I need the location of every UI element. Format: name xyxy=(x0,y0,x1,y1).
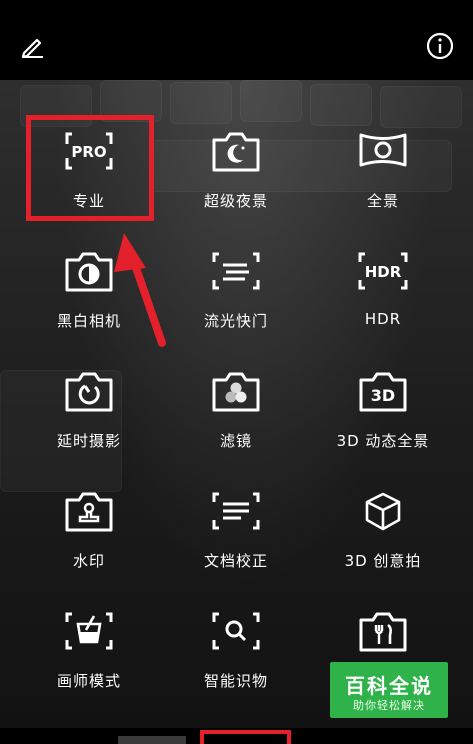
stamp-icon xyxy=(65,492,113,532)
mode-document[interactable]: 文档校正 xyxy=(161,440,311,570)
3d-icon: 3D xyxy=(359,372,407,412)
watermark-badge: 百科全说 助你轻松解决 xyxy=(330,662,448,718)
mode-panorama[interactable]: 全景 xyxy=(308,80,458,210)
food-icon xyxy=(359,612,407,652)
light-trail-icon xyxy=(212,252,260,290)
mode-watermark[interactable]: 水印 xyxy=(14,440,164,570)
mode-tab[interactable] xyxy=(118,736,186,744)
mode-light-painting[interactable]: 流光快门 xyxy=(161,200,311,330)
annotation-arrow xyxy=(114,233,166,347)
mode-hdr[interactable]: HDR HDR xyxy=(308,200,458,328)
mode-3d-panorama[interactable]: 3D 3D 动态全景 xyxy=(308,320,458,450)
mode-3d-creative[interactable]: 3D 创意拍 xyxy=(308,440,458,570)
watermark-title: 百科全说 xyxy=(345,674,433,698)
paint-icon xyxy=(65,612,113,650)
filter-icon xyxy=(212,372,260,412)
timelapse-icon xyxy=(65,372,113,412)
panorama-icon xyxy=(359,133,407,167)
highlight-box xyxy=(26,115,154,221)
mode-artist[interactable]: 画师模式 xyxy=(14,560,164,690)
info-icon[interactable] xyxy=(424,30,456,62)
mode-filter[interactable]: 滤镜 xyxy=(161,320,311,450)
mode-smart-recognize[interactable]: 智能识物 xyxy=(161,560,311,690)
pencil-icon[interactable] xyxy=(17,30,49,62)
bw-camera-icon xyxy=(65,252,113,292)
top-bar xyxy=(0,0,473,80)
hdr-icon: HDR xyxy=(358,252,408,290)
mode-label: 画师模式 xyxy=(56,672,121,690)
search-scan-icon xyxy=(212,612,260,650)
mode-label: 智能识物 xyxy=(203,672,268,690)
watermark-subtitle: 助你轻松解决 xyxy=(353,699,425,712)
night-camera-icon xyxy=(212,132,260,172)
more-tab-highlight xyxy=(200,730,291,744)
cube-icon xyxy=(365,492,401,531)
svg-text:3D: 3D xyxy=(371,386,395,405)
svg-text:HDR: HDR xyxy=(365,263,402,281)
document-icon xyxy=(212,492,260,530)
bottom-mode-bar xyxy=(0,728,473,744)
mode-super-night[interactable]: 超级夜景 xyxy=(161,80,311,210)
